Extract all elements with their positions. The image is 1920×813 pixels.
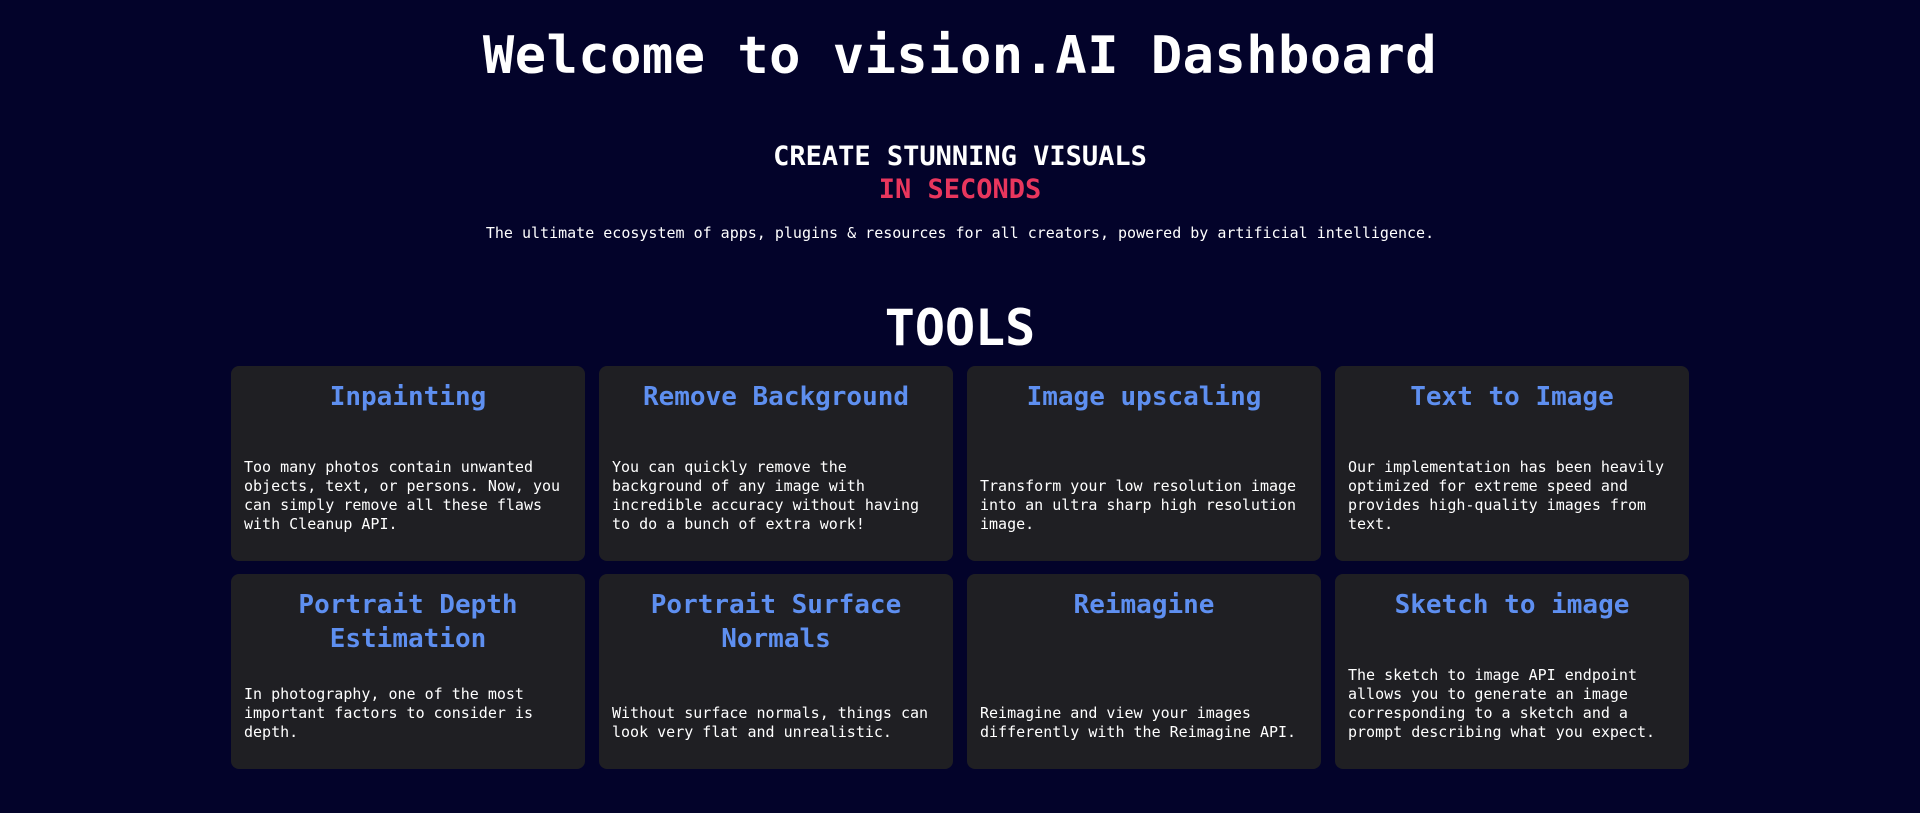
- tool-card-title: Sketch to image: [1394, 590, 1630, 620]
- tool-card-sketch-to-image[interactable]: Sketch to image The sketch to image API …: [1335, 574, 1689, 769]
- tool-card-description: Transform your low resolution image into…: [980, 477, 1297, 533]
- page-title: Welcome to vision.AI Dashboard: [482, 26, 1438, 86]
- tool-card-title: Portrait Surface Normals: [650, 590, 902, 654]
- tool-card-description: You can quickly remove the background of…: [612, 458, 920, 533]
- tools-heading: TOOLS: [884, 299, 1036, 357]
- tool-card-description: Reimagine and view your images different…: [980, 704, 1297, 741]
- tagline-accent: IN SECONDS: [878, 174, 1042, 205]
- tool-card-description: In photography, one of the most importan…: [244, 685, 533, 741]
- tool-card-description: Without surface normals, things can look…: [612, 704, 929, 741]
- tool-card-portrait-depth-estimation[interactable]: Portrait Depth Estimation In photography…: [231, 574, 585, 769]
- tool-card-title: Image upscaling: [1026, 382, 1262, 412]
- tools-grid: Inpainting Too many photos contain unwan…: [231, 366, 1689, 769]
- tool-card-remove-background[interactable]: Remove Background You can quickly remove…: [599, 366, 953, 561]
- hero-description: The ultimate ecosystem of apps, plugins …: [485, 224, 1435, 242]
- tool-card-description: Too many photos contain unwanted objects…: [244, 458, 561, 533]
- tool-card-description: Our implementation has been heavily opti…: [1348, 458, 1665, 533]
- tagline-primary: CREATE STUNNING VISUALS: [773, 141, 1147, 172]
- tool-card-title: Inpainting: [329, 382, 487, 412]
- tool-card-text-to-image[interactable]: Text to Image Our implementation has bee…: [1335, 366, 1689, 561]
- tool-card-reimagine[interactable]: Reimagine Reimagine and view your images…: [967, 574, 1321, 769]
- dashboard-page: Welcome to vision.AI Dashboard CREATE ST…: [0, 0, 1920, 813]
- hero-section: Welcome to vision.AI Dashboard CREATE ST…: [0, 0, 1920, 242]
- tool-card-description: The sketch to image API endpoint allows …: [1348, 666, 1656, 741]
- tool-card-title: Text to Image: [1410, 382, 1614, 412]
- tool-card-title: Portrait Depth Estimation: [298, 590, 518, 654]
- tool-card-title: Remove Background: [642, 382, 910, 412]
- tool-card-inpainting[interactable]: Inpainting Too many photos contain unwan…: [231, 366, 585, 561]
- tool-card-title: Reimagine: [1073, 590, 1215, 620]
- tool-card-portrait-surface-normals[interactable]: Portrait Surface Normals Without surface…: [599, 574, 953, 769]
- tool-card-image-upscaling[interactable]: Image upscaling Transform your low resol…: [967, 366, 1321, 561]
